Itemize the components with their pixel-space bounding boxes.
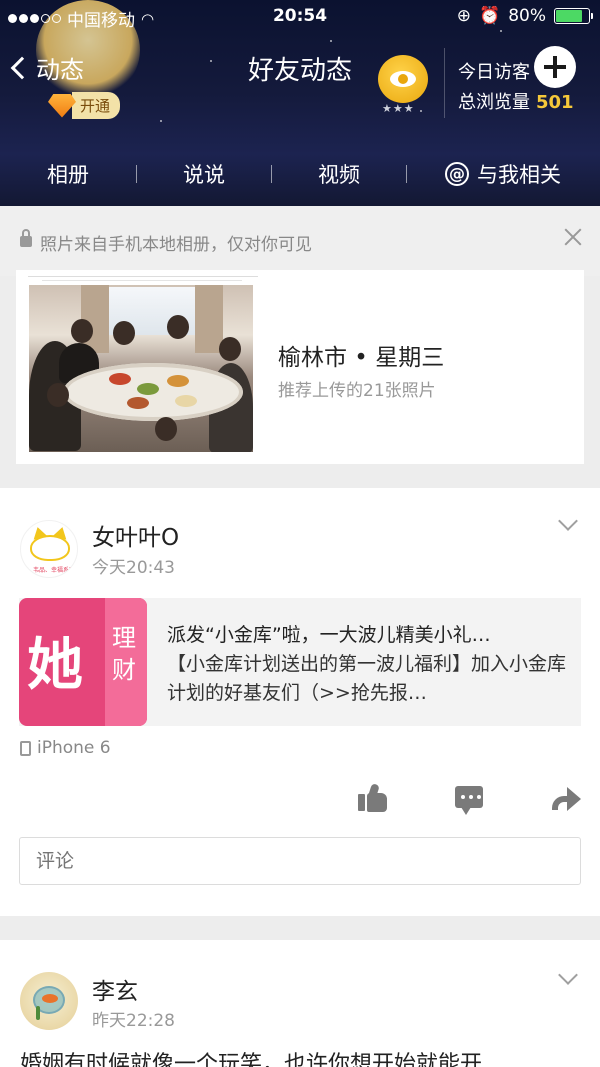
share-thumb-small-text: 理财 [112, 624, 136, 684]
photo-suggestion-card[interactable]: 榆林市 • 星期三 推荐上传的21张照片 [16, 270, 584, 464]
visitors-today-label[interactable]: 今日访客 [458, 58, 530, 84]
comment-input[interactable] [19, 837, 581, 885]
avatar[interactable] [20, 972, 78, 1030]
post-author[interactable]: 女叶叶O [92, 518, 179, 552]
share-description: 【小金库计划送出的第一波儿福利】加入小金库计划的好基友们（>>抢先报… [167, 653, 567, 704]
total-views[interactable]: 总浏览量 501 [458, 88, 574, 114]
chevron-down-icon[interactable] [558, 511, 578, 531]
back-button[interactable]: 动态 [10, 50, 84, 85]
like-icon[interactable] [358, 783, 388, 812]
vip-open-button[interactable]: 开通 [48, 92, 121, 119]
share-icon[interactable] [550, 786, 582, 812]
tab-related-to-me[interactable]: @ 与我相关 [407, 148, 599, 200]
badge-stars: ★★★ [382, 102, 415, 115]
phone-icon [20, 740, 31, 756]
shared-link-card[interactable]: 她 理财 派发“小金库”啦，一大波儿精美小礼… 【小金库计划送出的第一波儿福利】… [19, 598, 581, 726]
close-icon[interactable] [562, 226, 584, 248]
total-views-label: 总浏览量 [458, 92, 530, 113]
at-icon: @ [445, 162, 469, 186]
feed-post: 韦品、幸福系列 女叶叶O 今天20:43 她 理财 派发“小金库”啦，一大波儿精… [0, 488, 600, 916]
alarm-icon: ⏰ [479, 6, 501, 26]
tab-bar: 相册 说说 视频 @ 与我相关 [0, 148, 600, 200]
rotation-lock-icon: ⊕ [456, 6, 472, 26]
battery-percent: 80% [508, 6, 546, 26]
cat-icon [30, 535, 70, 561]
chevron-left-icon [10, 56, 34, 79]
device-label: iPhone 6 [20, 738, 111, 758]
feed-post: 李玄 昨天22:28 婚姻有时候就像一个玩笑，也许你想开始就能开 [0, 940, 600, 1067]
share-title: 派发“小金库”啦，一大波儿精美小礼… [167, 624, 491, 646]
post-actions [0, 783, 600, 815]
avatar-caption: 韦品、幸福系列 [33, 567, 76, 574]
photo-notice: 照片来自手机本地相册，仅对你可见 [0, 206, 600, 276]
tab-shuoshuo[interactable]: 说说 [137, 148, 271, 200]
photo-place: 榆林市 • 星期三 [278, 345, 445, 371]
post-author[interactable]: 李玄 [92, 972, 138, 1006]
add-post-button[interactable] [534, 46, 576, 88]
notice-text: 照片来自手机本地相册，仅对你可见 [40, 235, 312, 255]
comment-icon[interactable] [455, 786, 483, 815]
photo-thumbnail[interactable] [29, 285, 253, 452]
star-decoration [420, 110, 422, 112]
vip-label: 开通 [72, 92, 121, 119]
share-thumbnail: 她 理财 [19, 598, 147, 726]
star-decoration [210, 60, 212, 62]
tab-video[interactable]: 视频 [272, 148, 406, 200]
visitors-divider [444, 48, 445, 118]
total-views-count: 501 [536, 92, 574, 113]
chevron-down-icon[interactable] [558, 965, 578, 985]
post-time: 昨天22:28 [92, 1011, 175, 1031]
star-decoration [160, 120, 162, 122]
photo-count-label: 推荐上传的21张照片 [278, 381, 436, 401]
back-label: 动态 [36, 56, 84, 84]
post-text: 婚姻有时候就像一个玩笑，也许你想开始就能开 [20, 1052, 483, 1067]
status-bar: 中国移动 ◠ 20:54 ⊕ ⏰ 80% [0, 0, 600, 34]
battery-icon [554, 8, 593, 24]
tab-album[interactable]: 相册 [0, 148, 136, 200]
share-thumb-big-text: 她 [27, 633, 83, 698]
star-decoration [330, 40, 332, 42]
eye-icon[interactable] [378, 55, 428, 103]
lock-icon [20, 229, 32, 247]
post-time: 今天20:43 [92, 558, 175, 578]
header: 中国移动 ◠ 20:54 ⊕ ⏰ 80% 动态 开通 好友动态 ★★★ 今日访客… [0, 0, 600, 206]
avatar[interactable]: 韦品、幸福系列 [20, 520, 78, 578]
